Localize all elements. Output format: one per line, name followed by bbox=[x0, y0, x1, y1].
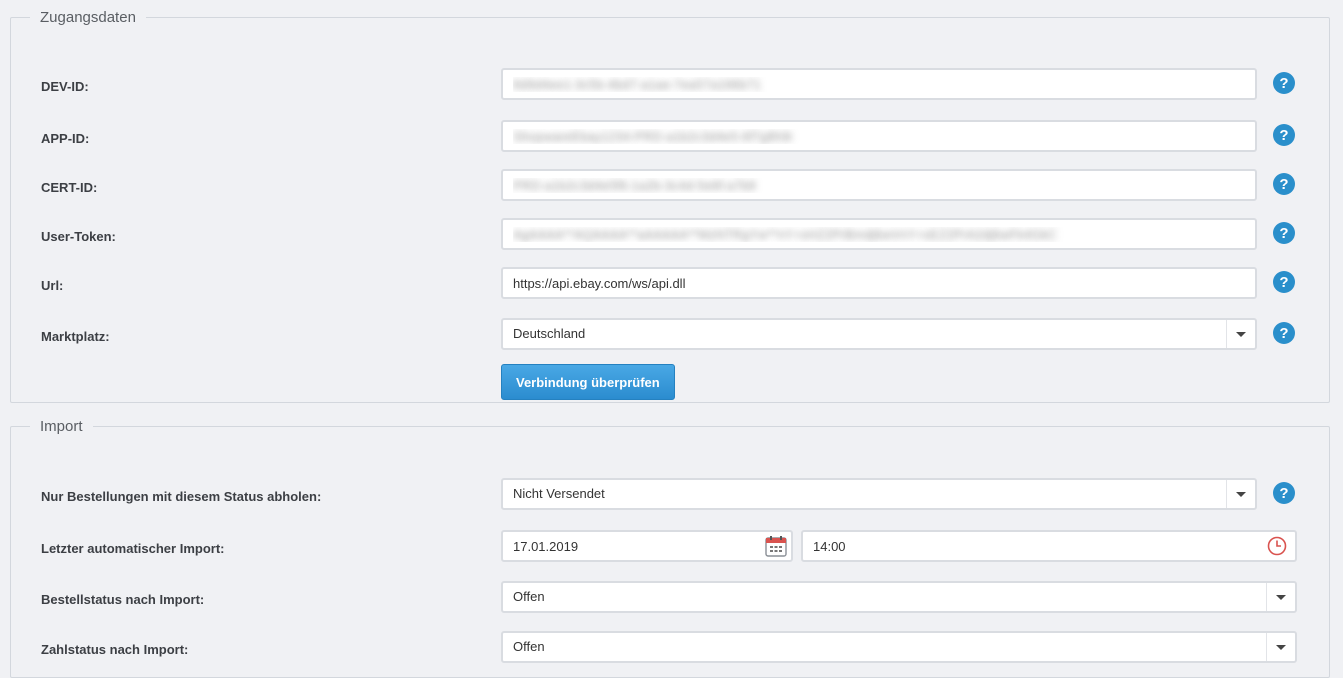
cert-id-label: CERT-ID: bbox=[41, 180, 98, 195]
order-status-row: Bestellstatus nach Import: Offen bbox=[11, 581, 1329, 619]
app-id-label: APP-ID: bbox=[41, 131, 90, 146]
status-filter-select-value: Nicht Versendet bbox=[513, 486, 605, 501]
order-status-select[interactable]: Offen bbox=[501, 581, 1297, 613]
marketplace-select-value: Deutschland bbox=[513, 326, 586, 341]
url-row: Url: ? bbox=[11, 267, 1329, 305]
cert-id-row: CERT-ID: ? bbox=[11, 169, 1329, 207]
chevron-down-icon[interactable] bbox=[1266, 583, 1295, 611]
payment-status-row: Zahlstatus nach Import: Offen bbox=[11, 631, 1329, 669]
order-status-select-value: Offen bbox=[513, 589, 545, 604]
payment-status-select[interactable]: Offen bbox=[501, 631, 1297, 663]
chevron-down-icon[interactable] bbox=[1266, 633, 1295, 661]
status-filter-row: Nur Bestellungen mit diesem Status abhol… bbox=[11, 478, 1329, 516]
dev-id-input[interactable] bbox=[501, 68, 1257, 100]
cert-id-input[interactable] bbox=[501, 169, 1257, 201]
clock-icon[interactable] bbox=[1267, 536, 1287, 556]
dev-id-label: DEV-ID: bbox=[41, 79, 89, 94]
help-icon[interactable]: ? bbox=[1273, 72, 1295, 94]
import-section: Import Nur Bestellungen mit diesem Statu… bbox=[10, 418, 1330, 678]
chevron-down-icon[interactable] bbox=[1226, 320, 1255, 348]
import-legend: Import bbox=[40, 418, 83, 435]
chevron-down-icon[interactable] bbox=[1226, 480, 1255, 508]
dev-id-row: DEV-ID: ? bbox=[11, 68, 1329, 106]
user-token-label: User-Token: bbox=[41, 229, 116, 244]
check-connection-button[interactable]: Verbindung überprüfen bbox=[501, 364, 675, 400]
order-status-label: Bestellstatus nach Import: bbox=[41, 592, 205, 607]
status-filter-label: Nur Bestellungen mit diesem Status abhol… bbox=[41, 489, 322, 504]
app-id-input[interactable] bbox=[501, 120, 1257, 152]
last-import-time-input[interactable] bbox=[801, 530, 1297, 562]
url-label: Url: bbox=[41, 278, 64, 293]
access-legend: Zugangsdaten bbox=[40, 9, 136, 26]
last-import-row: Letzter automatischer Import: bbox=[11, 530, 1329, 568]
last-import-date-input[interactable] bbox=[501, 530, 793, 562]
marketplace-label: Marktplatz: bbox=[41, 329, 110, 344]
help-icon[interactable]: ? bbox=[1273, 124, 1295, 146]
help-icon[interactable]: ? bbox=[1273, 322, 1295, 344]
marketplace-select[interactable]: Deutschland bbox=[501, 318, 1257, 350]
help-icon[interactable]: ? bbox=[1273, 173, 1295, 195]
url-input[interactable] bbox=[501, 267, 1257, 299]
calendar-icon[interactable] bbox=[765, 535, 787, 557]
help-icon[interactable]: ? bbox=[1273, 482, 1295, 504]
last-import-label: Letzter automatischer Import: bbox=[41, 541, 225, 556]
payment-status-select-value: Offen bbox=[513, 639, 545, 654]
user-token-row: User-Token: ? bbox=[11, 218, 1329, 256]
user-token-input[interactable] bbox=[501, 218, 1257, 250]
help-icon[interactable]: ? bbox=[1273, 222, 1295, 244]
access-section: Zugangsdaten DEV-ID: ? APP-ID: ? CERT-ID… bbox=[10, 9, 1330, 403]
help-icon[interactable]: ? bbox=[1273, 271, 1295, 293]
status-filter-select[interactable]: Nicht Versendet bbox=[501, 478, 1257, 510]
marketplace-row: Marktplatz: Deutschland ? bbox=[11, 318, 1329, 356]
app-id-row: APP-ID: ? bbox=[11, 120, 1329, 158]
